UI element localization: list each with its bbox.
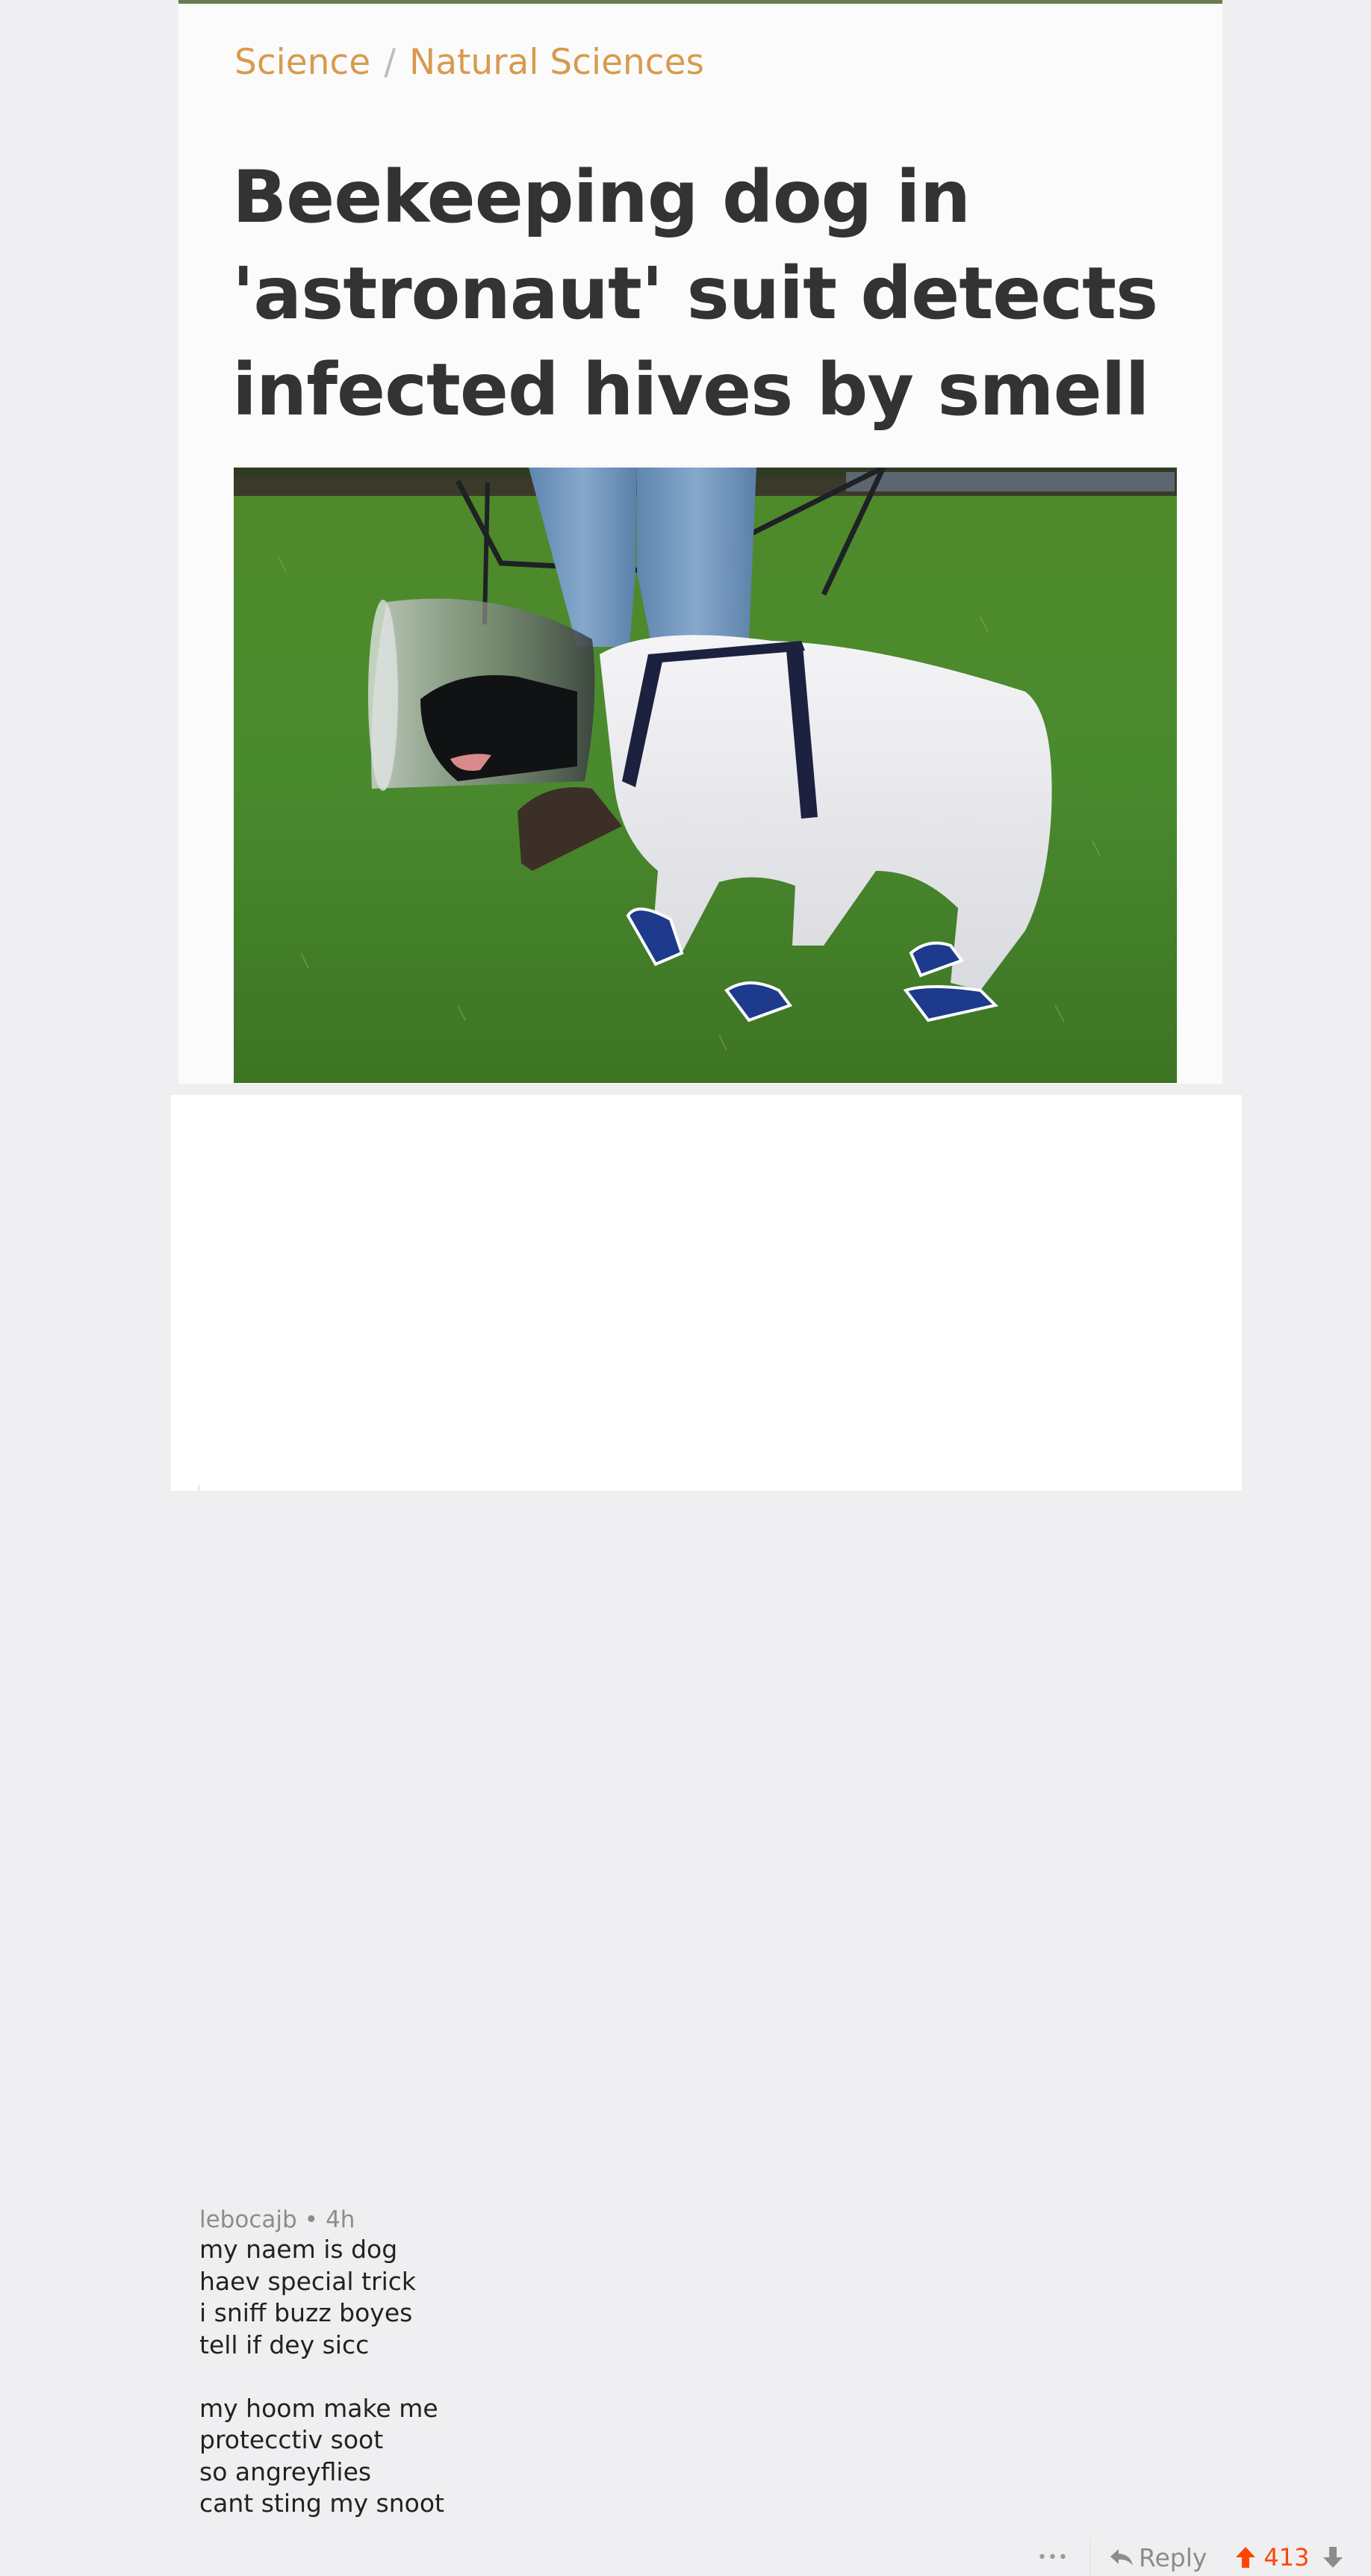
comment-age: 4h <box>325 2206 355 2233</box>
comment-line: my hoom make me <box>199 2393 438 2423</box>
reply-label: Reply <box>1139 2542 1207 2572</box>
action-divider <box>1089 2539 1091 2576</box>
downvote-arrow-icon[interactable] <box>1322 2546 1343 2569</box>
comment-actions: ••• Reply 413 <box>1037 2539 1343 2576</box>
reply-button[interactable]: Reply <box>1109 2543 1207 2572</box>
article-photo <box>234 468 1177 1083</box>
comment-card: lebocajb • 4h my naem is dog haev special … <box>171 1095 1343 2576</box>
breadcrumb: Science / Natural Sciences <box>234 40 704 85</box>
comment-line: i sniff buzz boyes <box>199 2298 413 2327</box>
stanza-gap <box>199 2361 444 2393</box>
comment-body: my naem is dog haev special trick i snif… <box>199 2234 444 2520</box>
comment-line: cant sting my snoot <box>199 2489 444 2518</box>
comment-line: my naem is dog <box>199 2235 398 2264</box>
comment-meta: lebocajb • 4h <box>199 2205 355 2235</box>
breadcrumb-science[interactable]: Science <box>234 42 370 83</box>
comment-line: so angreyflies <box>199 2456 372 2486</box>
vote-score: 413 <box>1263 2543 1310 2572</box>
top-accent-bar <box>178 0 1222 4</box>
upvote-arrow-icon[interactable] <box>1235 2546 1256 2569</box>
more-options-button[interactable]: ••• <box>1037 2548 1089 2567</box>
breadcrumb-separator: / <box>384 42 397 83</box>
article-headline: Beekeeping dog in 'astronaut' suit detec… <box>232 155 1158 432</box>
comment-line: tell if dey sicc <box>199 2330 370 2359</box>
comment-line: protecctiv soot <box>199 2425 384 2454</box>
comment-username[interactable]: lebocajb <box>199 2206 297 2233</box>
vote-controls: 413 <box>1235 2543 1343 2572</box>
breadcrumb-natural-sciences[interactable]: Natural Sciences <box>409 42 704 83</box>
meta-separator: • <box>304 2206 318 2233</box>
comment-line: haev special trick <box>199 2266 417 2296</box>
reply-arrow-icon <box>1110 2549 1133 2566</box>
